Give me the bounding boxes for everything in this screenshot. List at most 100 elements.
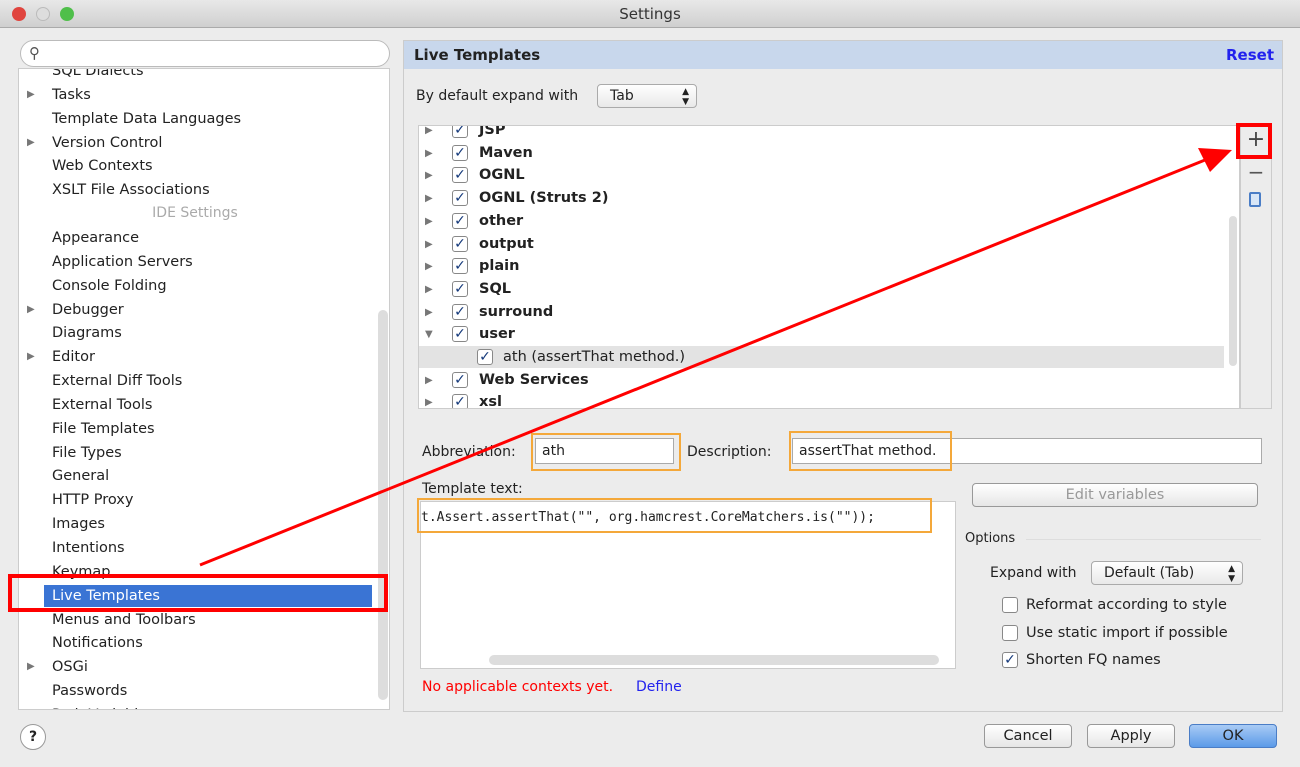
checkbox[interactable] (1002, 624, 1018, 641)
checkbox[interactable]: ✓ (452, 371, 468, 388)
sidebar-item[interactable]: SQL Dialects (19, 69, 371, 82)
sidebar-item[interactable]: Template Data Languages (19, 108, 371, 130)
expand-arrow-icon[interactable]: ▶ (27, 84, 35, 106)
sidebar-item[interactable]: XSLT File Associations (19, 179, 371, 201)
option-row[interactable]: ✓ Shorten FQ names (1002, 650, 1272, 670)
template-group-row[interactable]: ✓ ath (assertThat method.) (419, 346, 1224, 368)
expand-arrow-icon[interactable]: ▶ (27, 656, 35, 678)
ok-button[interactable]: OK (1189, 724, 1277, 748)
template-group-label: Web Services (479, 371, 589, 388)
template-group-label: OGNL (479, 167, 525, 184)
expand-arrow-icon[interactable]: ▶ (27, 346, 35, 368)
expand-arrow-icon[interactable]: ▶ (425, 256, 433, 278)
sidebar-item[interactable]: Diagrams (19, 322, 371, 344)
sidebar-item[interactable]: Intentions (19, 537, 371, 559)
sidebar-item[interactable]: File Types (19, 442, 371, 464)
checkbox[interactable]: ✓ (452, 280, 468, 297)
expand-arrow-icon[interactable]: ▶ (27, 299, 35, 321)
sidebar-item[interactable]: ▶ Version Control (19, 132, 371, 154)
template-group-row[interactable]: ▶ ✓ xsl (419, 391, 1224, 408)
expand-arrow-icon[interactable]: ▶ (425, 279, 433, 301)
sidebar-item[interactable]: ▶ OSGi (19, 656, 371, 678)
window-title: Settings (619, 5, 681, 23)
live-templates-highlight (8, 574, 388, 612)
sidebar-item[interactable]: ▶ Editor (19, 346, 371, 368)
expand-arrow-icon[interactable]: ▶ (425, 165, 433, 187)
template-group-row[interactable]: ▶ ✓ other (419, 210, 1224, 232)
expand-arrow-icon[interactable]: ▶ (425, 302, 433, 324)
checkbox[interactable]: ✓ (452, 258, 468, 275)
checkbox[interactable]: ✓ (452, 167, 468, 184)
template-group-row[interactable]: ▶ ✓ SQL (419, 278, 1224, 300)
template-group-row[interactable]: ▶ ✓ surround (419, 301, 1224, 323)
checkbox[interactable]: ✓ (452, 394, 468, 408)
template-group-row[interactable]: ▶ ✓ Web Services (419, 369, 1224, 391)
edit-variables-button[interactable]: Edit variables (972, 483, 1258, 507)
option-row[interactable]: Reformat according to style (1002, 595, 1272, 615)
template-group-row[interactable]: ▶ ✓ output (419, 233, 1224, 255)
sidebar-item[interactable]: Images (19, 513, 371, 535)
expand-arrow-icon[interactable]: ▶ (425, 392, 433, 408)
checkbox[interactable]: ✓ (452, 303, 468, 320)
checkbox[interactable]: ✓ (1002, 652, 1018, 668)
sidebar-item[interactable]: External Diff Tools (19, 370, 371, 392)
copy-template-icon[interactable] (1249, 192, 1261, 207)
sidebar-item[interactable]: Passwords (19, 680, 371, 702)
expand-arrow-icon[interactable]: ▼ (425, 324, 433, 346)
help-button[interactable]: ? (20, 724, 46, 750)
expand-default-select[interactable]: Tab ▲ ▼ (597, 84, 697, 108)
option-label: Shorten FQ names (1026, 652, 1161, 668)
remove-template-button[interactable]: − (1243, 160, 1269, 184)
reset-link[interactable]: Reset (1226, 41, 1274, 69)
template-group-row[interactable]: ▶ ✓ JSP (419, 126, 1224, 142)
template-group-row[interactable]: ▼ ✓ user (419, 323, 1224, 345)
option-row[interactable]: Use static import if possible (1002, 623, 1272, 643)
expand-arrow-icon[interactable]: ▶ (425, 370, 433, 392)
abbreviation-label: Abbreviation: (422, 444, 516, 460)
checkbox[interactable]: ✓ (452, 144, 468, 161)
expand-with-select[interactable]: Default (Tab) ▲ ▼ (1091, 561, 1243, 585)
checkbox[interactable]: ✓ (452, 212, 468, 229)
search-input[interactable]: ⚲ (20, 40, 390, 67)
template-group-row[interactable]: ▶ ✓ plain (419, 255, 1224, 277)
sidebar-item[interactable]: Path Variables (19, 704, 371, 709)
template-group-row[interactable]: ▶ ✓ Maven (419, 142, 1224, 164)
expand-arrow-icon[interactable]: ▶ (425, 143, 433, 165)
checkbox[interactable]: ✓ (477, 349, 493, 365)
template-group-row[interactable]: ▶ ✓ OGNL (Struts 2) (419, 187, 1224, 209)
sidebar-item[interactable]: File Templates (19, 418, 371, 440)
zoom-window-button[interactable] (60, 7, 74, 21)
sidebar-item[interactable]: ▶ Tasks (19, 84, 371, 106)
sidebar-item[interactable]: Application Servers (19, 251, 371, 273)
cancel-button[interactable]: Cancel (984, 724, 1072, 748)
sidebar-item[interactable]: HTTP Proxy (19, 489, 371, 511)
sidebar-item[interactable]: External Tools (19, 394, 371, 416)
sidebar-item[interactable]: Appearance (19, 227, 371, 249)
expand-arrow-icon[interactable]: ▶ (27, 132, 35, 154)
define-contexts-link[interactable]: Define (636, 679, 682, 695)
sidebar-item[interactable]: ▶ Debugger (19, 299, 371, 321)
sidebar-item[interactable]: Web Contexts (19, 155, 371, 177)
apply-button[interactable]: Apply (1087, 724, 1175, 748)
sidebar-item[interactable]: General (19, 465, 371, 487)
expand-arrow-icon[interactable]: ▶ (425, 211, 433, 233)
close-window-button[interactable] (12, 7, 26, 21)
templates-scrollbar[interactable] (1229, 216, 1237, 366)
templates-toolbar: + − (1240, 125, 1272, 409)
horizontal-scrollbar[interactable] (489, 655, 939, 665)
sidebar-item[interactable]: Notifications (19, 632, 371, 654)
sidebar-item-label: Debugger (52, 301, 124, 318)
template-group-row[interactable]: ▶ ✓ OGNL (419, 164, 1224, 186)
left-scrollbar[interactable] (378, 310, 388, 700)
sidebar-item-label: Tasks (52, 86, 91, 103)
sidebar-item[interactable]: Console Folding (19, 275, 371, 297)
checkbox[interactable] (1002, 597, 1018, 613)
expand-arrow-icon[interactable]: ▶ (425, 126, 433, 142)
checkbox[interactable]: ✓ (452, 190, 468, 207)
minimize-window-button[interactable] (36, 7, 50, 21)
expand-arrow-icon[interactable]: ▶ (425, 188, 433, 210)
checkbox[interactable]: ✓ (452, 126, 468, 138)
expand-arrow-icon[interactable]: ▶ (425, 234, 433, 256)
checkbox[interactable]: ✓ (452, 235, 468, 252)
checkbox[interactable]: ✓ (452, 326, 468, 343)
